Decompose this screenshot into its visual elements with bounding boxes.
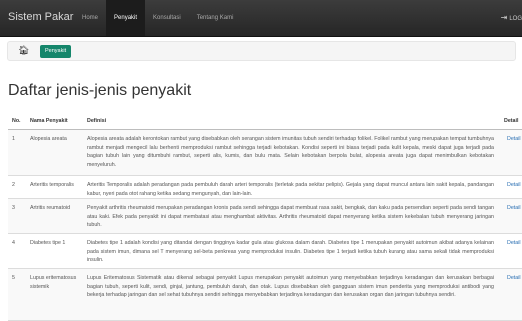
row-name: Arteritis temporalis — [30, 182, 74, 188]
row-definition: Lupus Eritematosus Sistematik atau diken… — [87, 275, 494, 299]
table-row: 2 Arteritis temporalis Arteritis Tempora… — [8, 176, 522, 199]
logout-label: LOG — [509, 16, 522, 22]
top-navbar: Sistem Pakar Home Penyakit Konsultasi Te… — [0, 0, 522, 37]
nav-konsultasi[interactable]: Konsultasi — [145, 0, 189, 36]
page-title: Daftar jenis-jenis penyakit — [8, 82, 192, 99]
header-no: No. — [12, 118, 21, 124]
nav-tentang-kami[interactable]: Tentang Kami — [189, 0, 242, 36]
row-name: Diabetes tipe 1 — [30, 240, 66, 246]
table-header: No. Nama Penyakit Definisi Detail — [8, 112, 522, 130]
row-no: 5 — [12, 275, 15, 281]
detail-link[interactable]: Detail — [507, 135, 521, 144]
row-no: 2 — [12, 182, 15, 188]
row-definition: Diabetes tipe 1 adalah kondisi yang dita… — [87, 240, 494, 264]
row-definition: Alopesia areata adalah kerontokan rambut… — [87, 136, 494, 168]
logout-link[interactable]: ⇥ LOG — [501, 0, 522, 37]
nav-penyakit[interactable]: Penyakit — [106, 0, 146, 36]
header-detail: Detail — [504, 118, 519, 124]
detail-link[interactable]: Detail — [507, 239, 521, 248]
row-no: 1 — [12, 136, 15, 142]
row-name: Lupus eritematosus sistemik — [30, 275, 77, 290]
table-row: 3 Artritis reumatoid Penyakit arthritis … — [8, 199, 522, 234]
row-name: Artritis reumatoid — [30, 205, 71, 211]
nav-links: Home Penyakit Konsultasi Tentang Kami — [74, 0, 241, 36]
breadcrumb: 🏠︎ Penyakit — [7, 41, 516, 61]
detail-link[interactable]: Detail — [507, 274, 521, 283]
row-no: 3 — [12, 205, 15, 211]
logout-icon: ⇥ — [500, 13, 508, 22]
nav-home[interactable]: Home — [74, 0, 106, 36]
row-definition: Arteritis Temporalis adalah peradangan p… — [87, 182, 494, 197]
detail-link[interactable]: Detail — [507, 181, 521, 190]
row-no: 4 — [12, 240, 15, 246]
table-row: 4 Diabetes tipe 1 Diabetes tipe 1 adalah… — [8, 234, 522, 269]
app-brand[interactable]: Sistem Pakar — [8, 11, 73, 23]
table-row: 1 Alopesia areata Alopesia areata adalah… — [8, 130, 522, 176]
row-name: Alopesia areata — [30, 136, 67, 142]
row-definition: Penyakit arthritis rheumatoid merupakan … — [87, 205, 494, 229]
breadcrumb-current: Penyakit — [40, 45, 72, 58]
home-icon[interactable]: 🏠︎ — [18, 45, 29, 56]
detail-link[interactable]: Detail — [507, 204, 521, 213]
table-row: 5 Lupus eritematosus sistemik Lupus Erit… — [8, 269, 522, 321]
header-definition: Definisi — [87, 118, 107, 124]
disease-table: No. Nama Penyakit Definisi Detail 1 Alop… — [8, 112, 522, 321]
header-name: Nama Penyakit — [30, 118, 68, 124]
